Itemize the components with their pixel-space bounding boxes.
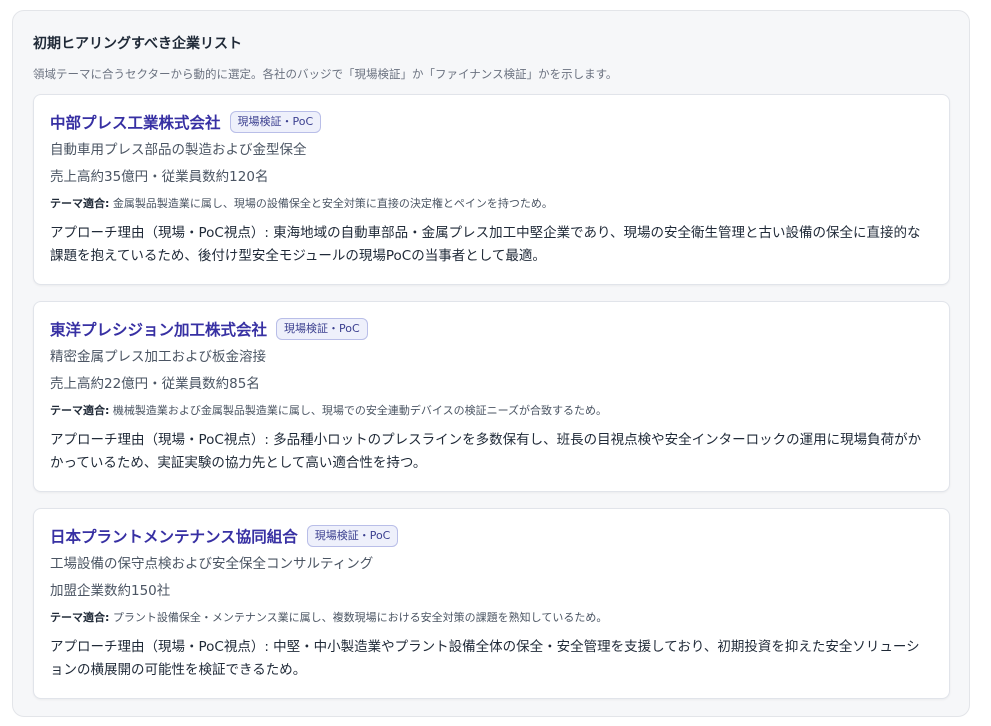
company-name[interactable]: 日本プラントメンテナンス協同組合 bbox=[50, 525, 298, 547]
verification-badge: 現場検証・PoC bbox=[306, 525, 399, 547]
approach-reason: アプローチ理由（現場・PoC視点）: 東海地域の自動車部品・金属プレス加工中堅企… bbox=[50, 225, 921, 264]
theme-fit: テーマ適合: 機械製造業および金属製品製造業に属し、現場での安全連動デバイスの検… bbox=[50, 403, 933, 419]
company-business: 自動車用プレス部品の製造および金型保全 bbox=[50, 142, 307, 158]
company-card-header: 日本プラントメンテナンス協同組合 現場検証・PoC bbox=[50, 522, 933, 550]
company-card: 東洋プレシジョン加工株式会社 現場検証・PoC 精密金属プレス加工および板金溶接… bbox=[33, 301, 950, 492]
company-card: 日本プラントメンテナンス協同組合 現場検証・PoC 工場設備の保守点検および安全… bbox=[33, 508, 950, 699]
company-business: 工場設備の保守点検および安全保全コンサルティング bbox=[50, 556, 374, 572]
company-name[interactable]: 東洋プレシジョン加工株式会社 bbox=[50, 318, 267, 340]
theme-fit-label: テーマ適合: bbox=[50, 611, 110, 624]
theme-fit-text: プラント設備保全・メンテナンス業に属し、複数現場における安全対策の課題を熟知して… bbox=[112, 611, 608, 624]
theme-fit-text: 機械製造業および金属製品製造業に属し、現場での安全連動デバイスの検証ニーズが合致… bbox=[112, 404, 608, 417]
company-card-header: 東洋プレシジョン加工株式会社 現場検証・PoC bbox=[50, 315, 933, 343]
theme-fit-text: 金属製品製造業に属し、現場の設備保全と安全対策に直接の決定権とペインを持つため。 bbox=[112, 197, 553, 210]
theme-fit-label: テーマ適合: bbox=[50, 404, 110, 417]
theme-fit: テーマ適合: プラント設備保全・メンテナンス業に属し、複数現場における安全対策の… bbox=[50, 610, 933, 626]
company-scale: 売上高約22億円・従業員数約85名 bbox=[50, 376, 260, 392]
company-scale: 売上高約35億円・従業員数約120名 bbox=[50, 169, 269, 185]
panel-description: 領域テーマに合うセクターから動的に選定。各社のバッジで「現場検証」か「ファイナン… bbox=[33, 67, 618, 81]
company-name[interactable]: 中部プレス工業株式会社 bbox=[50, 111, 221, 133]
theme-fit: テーマ適合: 金属製品製造業に属し、現場の設備保全と安全対策に直接の決定権とペイ… bbox=[50, 196, 933, 212]
verification-badge: 現場検証・PoC bbox=[276, 318, 368, 340]
theme-fit-label: テーマ適合: bbox=[50, 197, 110, 210]
approach-reason: アプローチ理由（現場・PoC視点）: 中堅・中小製造業やプラント設備全体の保全・… bbox=[50, 639, 920, 678]
company-list-panel: 初期ヒアリングすべき企業リスト 領域テーマに合うセクターから動的に選定。各社のバ… bbox=[12, 10, 970, 717]
approach-reason: アプローチ理由（現場・PoC視点）: 多品種小ロットのプレスラインを多数保有し、… bbox=[50, 432, 922, 471]
verification-badge: 現場検証・PoC bbox=[229, 111, 322, 133]
company-business: 精密金属プレス加工および板金溶接 bbox=[50, 349, 266, 365]
panel-title: 初期ヒアリングすべき企業リスト bbox=[33, 36, 243, 52]
company-card-header: 中部プレス工業株式会社 現場検証・PoC bbox=[50, 108, 933, 136]
company-card: 中部プレス工業株式会社 現場検証・PoC 自動車用プレス部品の製造および金型保全… bbox=[33, 94, 950, 285]
company-scale: 加盟企業数約150社 bbox=[50, 583, 171, 599]
